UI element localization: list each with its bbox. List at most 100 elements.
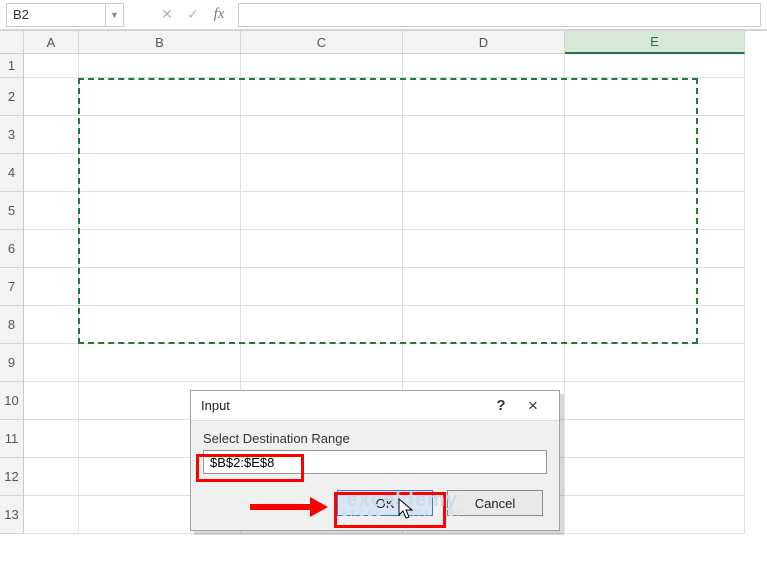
close-icon: × [528, 396, 538, 416]
row-head-12[interactable]: 12 [0, 458, 24, 496]
cancel-label: Cancel [475, 496, 515, 511]
row-head-5[interactable]: 5 [0, 192, 24, 230]
cell[interactable] [565, 344, 745, 382]
cell[interactable] [565, 458, 745, 496]
cell[interactable] [79, 306, 241, 344]
fx-icon: fx [214, 6, 225, 23]
column-headers: A B C D E [24, 30, 767, 54]
cell[interactable] [241, 116, 403, 154]
cell[interactable] [241, 230, 403, 268]
formula-enter-button[interactable]: ✓ [180, 3, 206, 27]
cell[interactable] [79, 78, 241, 116]
cell[interactable] [565, 230, 745, 268]
cell[interactable] [565, 54, 745, 78]
cell[interactable] [565, 306, 745, 344]
cell[interactable] [24, 420, 79, 458]
cell[interactable] [565, 496, 745, 534]
row-head-9[interactable]: 9 [0, 344, 24, 382]
row-head-1[interactable]: 1 [0, 54, 24, 78]
input-dialog: Input ? × Select Destination Range $B$2:… [190, 390, 560, 531]
cell[interactable] [24, 230, 79, 268]
cell[interactable] [24, 344, 79, 382]
cell[interactable] [565, 268, 745, 306]
cell[interactable] [403, 268, 565, 306]
insert-function-button[interactable]: fx [206, 3, 232, 27]
dialog-help-button[interactable]: ? [485, 392, 517, 420]
cell[interactable] [565, 420, 745, 458]
row-head-6[interactable]: 6 [0, 230, 24, 268]
dialog-close-button[interactable]: × [517, 392, 549, 420]
row-head-11[interactable]: 11 [0, 420, 24, 458]
grid-row: 3 [0, 116, 767, 154]
cell[interactable] [241, 192, 403, 230]
cell[interactable] [241, 306, 403, 344]
cell[interactable] [403, 230, 565, 268]
cell[interactable] [241, 54, 403, 78]
cell[interactable] [403, 116, 565, 154]
cell[interactable] [79, 230, 241, 268]
cell[interactable] [24, 116, 79, 154]
cell[interactable] [24, 458, 79, 496]
col-head-c[interactable]: C [241, 31, 403, 54]
cell[interactable] [403, 154, 565, 192]
cell[interactable] [565, 382, 745, 420]
ok-button[interactable]: OK [337, 490, 433, 516]
name-box[interactable]: B2 [6, 3, 106, 27]
cell[interactable] [24, 192, 79, 230]
dialog-range-input[interactable]: $B$2:$E$8 [203, 450, 547, 474]
cell[interactable] [241, 154, 403, 192]
select-all-corner[interactable] [0, 30, 24, 54]
cell[interactable] [241, 268, 403, 306]
col-head-e[interactable]: E [565, 31, 745, 54]
row-head-10[interactable]: 10 [0, 382, 24, 420]
cell[interactable] [79, 268, 241, 306]
formula-cancel-button[interactable]: ✕ [154, 3, 180, 27]
cell[interactable] [79, 344, 241, 382]
cell[interactable] [24, 154, 79, 192]
col-head-d[interactable]: D [403, 31, 565, 54]
cell[interactable] [565, 192, 745, 230]
cancel-button[interactable]: Cancel [447, 490, 543, 516]
grid-row: 7 [0, 268, 767, 306]
cell[interactable] [24, 306, 79, 344]
formula-input[interactable] [238, 3, 761, 27]
dialog-buttons: OK Cancel [203, 490, 547, 516]
cell[interactable] [79, 116, 241, 154]
chevron-down-icon: ▼ [110, 10, 119, 20]
cell[interactable] [403, 344, 565, 382]
cell[interactable] [403, 54, 565, 78]
cell[interactable] [403, 192, 565, 230]
cell[interactable] [241, 78, 403, 116]
cell[interactable] [24, 268, 79, 306]
cell[interactable] [79, 54, 241, 78]
row-head-4[interactable]: 4 [0, 154, 24, 192]
cell[interactable] [24, 496, 79, 534]
cell[interactable] [565, 78, 745, 116]
grid-row: 4 [0, 154, 767, 192]
col-head-b[interactable]: B [79, 31, 241, 54]
cell[interactable] [241, 344, 403, 382]
help-icon: ? [496, 397, 505, 414]
cell[interactable] [565, 154, 745, 192]
row-head-8[interactable]: 8 [0, 306, 24, 344]
name-box-dropdown[interactable]: ▼ [106, 3, 124, 27]
dialog-titlebar[interactable]: Input ? × [191, 391, 559, 421]
dialog-prompt: Select Destination Range [203, 431, 547, 446]
cell[interactable] [79, 154, 241, 192]
cell[interactable] [24, 54, 79, 78]
cell[interactable] [24, 382, 79, 420]
cell[interactable] [403, 306, 565, 344]
cell[interactable] [403, 78, 565, 116]
formula-bar: B2 ▼ ✕ ✓ fx [0, 0, 767, 30]
cell[interactable] [565, 116, 745, 154]
cell[interactable] [79, 192, 241, 230]
row-head-13[interactable]: 13 [0, 496, 24, 534]
cell[interactable] [24, 78, 79, 116]
col-head-a[interactable]: A [24, 31, 79, 54]
row-head-7[interactable]: 7 [0, 268, 24, 306]
grid-row: 1 [0, 54, 767, 78]
grid-row: 5 [0, 192, 767, 230]
row-head-3[interactable]: 3 [0, 116, 24, 154]
row-head-2[interactable]: 2 [0, 78, 24, 116]
grid-row: 9 [0, 344, 767, 382]
